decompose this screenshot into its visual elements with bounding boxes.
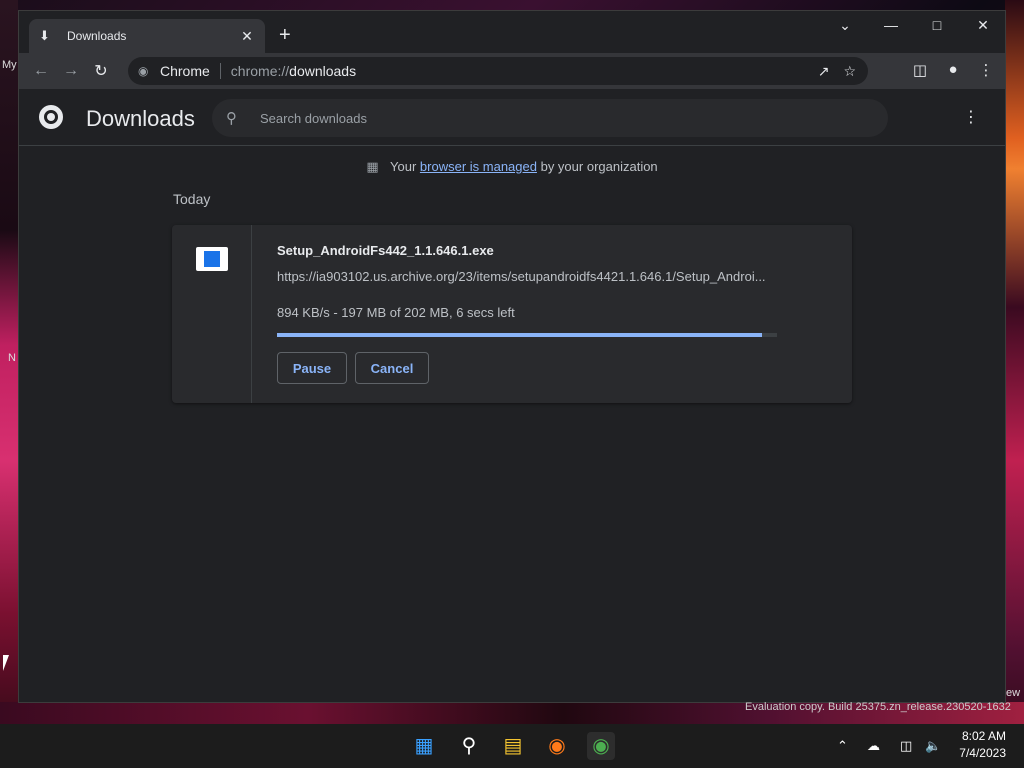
downloads-header: Downloads ⚲ ⋮	[19, 89, 1005, 146]
managed-link[interactable]: browser is managed	[420, 159, 537, 174]
file-name[interactable]: Setup_AndroidFs442_1.1.646.1.exe	[277, 243, 494, 258]
show-hidden-icons-chevron-icon[interactable]: ⌃	[837, 738, 848, 754]
managed-suffix: by your organization	[540, 159, 658, 174]
reload-icon[interactable]: ↻	[86, 61, 116, 81]
managed-notice: ▦ Your browser is managed by your organi…	[19, 159, 1005, 175]
url-path: downloads	[289, 63, 357, 79]
bookmark-star-icon[interactable]: ☆	[843, 63, 856, 80]
minimize-button[interactable]: —	[876, 17, 906, 33]
evaluation-watermark: Evaluation copy. Build 25375.zn_release.…	[745, 701, 1011, 713]
desktop-icon-label: ew	[1006, 687, 1021, 699]
cancel-button[interactable]: Cancel	[355, 352, 429, 384]
download-item: Setup_AndroidFs442_1.1.646.1.exe https:/…	[172, 225, 852, 403]
pause-button[interactable]: Pause	[277, 352, 347, 384]
browser-window: ⬇ Downloads ✕ + ⌄ — □ ✕ ← → ↻ ◉ Chrome c…	[18, 10, 1006, 703]
volume-muted-icon[interactable]: 🔈	[925, 738, 941, 754]
close-tab-icon[interactable]: ✕	[239, 28, 255, 45]
file-icon-column	[172, 225, 252, 403]
clock-time: 8:02 AM	[961, 729, 1006, 743]
back-arrow-icon[interactable]: ←	[26, 62, 56, 80]
address-bar[interactable]: ◉ Chrome chrome:// downloads ↗ ☆	[128, 57, 868, 85]
progress-fill	[277, 333, 762, 337]
search-bar[interactable]: ⚲	[212, 99, 888, 137]
downloads-page: Downloads ⚲ ⋮ ▦ Your browser is managed …	[19, 89, 1005, 702]
menu-kebab-icon[interactable]: ⋮	[976, 61, 996, 79]
managed-prefix: Your	[390, 159, 417, 174]
download-icon: ⬇	[39, 28, 50, 43]
search-icon: ⚲	[226, 110, 237, 127]
url-prefix: chrome://	[230, 63, 290, 79]
desktop-icon-label[interactable]: N	[8, 352, 16, 364]
date-group-label: Today	[173, 191, 211, 207]
progress-bar	[277, 333, 777, 337]
download-status: 894 KB/s - 197 MB of 202 MB, 6 secs left	[277, 305, 515, 320]
site-name: Chrome	[160, 63, 210, 79]
firefox-icon[interactable]: ◉	[543, 732, 571, 760]
close-window-button[interactable]: ✕	[968, 17, 998, 34]
executable-file-icon	[196, 247, 228, 271]
desktop-wallpaper-right	[1005, 0, 1024, 768]
tab-search-chevron-icon[interactable]: ⌄	[830, 17, 860, 34]
taskbar: ▦ ⚲ ▤ ◉ ◉ ⌃ ☁ ◫ 🔈 8:02 AM 7/4/2023	[0, 724, 1024, 768]
browser-toolbar: ← → ↻ ◉ Chrome chrome:// downloads ↗ ☆ ◫…	[19, 53, 1005, 89]
share-icon[interactable]: ↗	[818, 63, 830, 80]
search-taskbar-icon[interactable]: ⚲	[455, 732, 483, 760]
chrome-logo-icon	[39, 105, 63, 129]
omnibox-divider	[219, 63, 221, 79]
title-bar: ⬇ Downloads ✕ + ⌄ — □ ✕	[19, 11, 1005, 53]
side-panel-icon[interactable]: ◫	[910, 61, 930, 79]
new-tab-button[interactable]: +	[279, 25, 291, 45]
chrome-site-icon: ◉	[138, 64, 149, 78]
desktop-wallpaper-left	[0, 0, 18, 768]
system-clock[interactable]: 8:02 AM 7/4/2023	[959, 728, 1006, 762]
forward-arrow-icon[interactable]: →	[56, 62, 86, 80]
tab-downloads[interactable]: ⬇ Downloads ✕	[29, 19, 265, 53]
more-actions-icon[interactable]: ⋮	[963, 107, 979, 127]
start-windows-icon[interactable]: ▦	[410, 732, 438, 760]
file-url[interactable]: https://ia903102.us.archive.org/23/items…	[277, 269, 766, 284]
mouse-cursor	[3, 655, 9, 671]
chrome-taskbar-icon[interactable]: ◉	[587, 732, 615, 760]
clock-date: 7/4/2023	[959, 746, 1006, 760]
search-input[interactable]	[260, 110, 820, 126]
maximize-button[interactable]: □	[922, 17, 952, 33]
desktop-icon-label[interactable]: My	[2, 59, 17, 71]
tab-title: Downloads	[67, 29, 127, 43]
network-icon[interactable]: ◫	[900, 738, 912, 754]
page-title: Downloads	[86, 106, 195, 131]
building-icon: ▦	[366, 159, 379, 174]
profile-avatar-icon[interactable]: ●	[943, 61, 963, 78]
file-explorer-icon[interactable]: ▤	[499, 732, 527, 760]
onedrive-offline-icon[interactable]: ☁	[867, 738, 880, 754]
